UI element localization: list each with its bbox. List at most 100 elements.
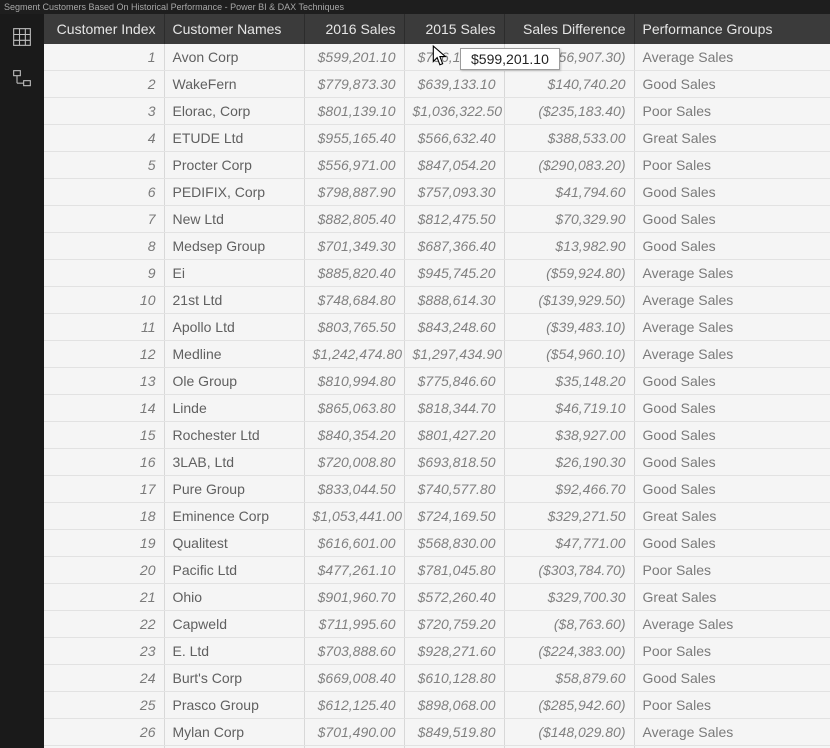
cell-2016: $840,354.20 [304, 422, 404, 449]
cell-index: 7 [44, 206, 164, 233]
table-row[interactable]: 2WakeFern$779,873.30$639,133.10$140,740.… [44, 71, 830, 98]
table-row[interactable]: 21Ohio$901,960.70$572,260.40$329,700.30G… [44, 584, 830, 611]
cell-diff: ($59,924.80) [504, 260, 634, 287]
table-row[interactable]: 163LAB, Ltd$720,008.80$693,818.50$26,190… [44, 449, 830, 476]
table-row[interactable]: 14Linde$865,063.80$818,344.70$46,719.10G… [44, 395, 830, 422]
cell-diff: $41,794.60 [504, 179, 634, 206]
cell-index: 11 [44, 314, 164, 341]
table-row[interactable]: 19Qualitest$616,601.00$568,830.00$47,771… [44, 530, 830, 557]
table-row[interactable]: 18Eminence Corp$1,053,441.00$724,169.50$… [44, 503, 830, 530]
table-row[interactable]: 23E. Ltd$703,888.60$928,271.60($224,383.… [44, 638, 830, 665]
cell-2016: $701,490.00 [304, 719, 404, 746]
cell-2015: $610,128.80 [404, 665, 504, 692]
cell-2015: $1,036,322.50 [404, 98, 504, 125]
cell-perf: Good Sales [634, 476, 830, 503]
col-header-2015[interactable]: 2015 Sales [404, 14, 504, 44]
cell-name: Ei [164, 260, 304, 287]
cell-diff: ($290,083.20) [504, 152, 634, 179]
col-header-name[interactable]: Customer Names [164, 14, 304, 44]
table-row[interactable]: 17Pure Group$833,044.50$740,577.80$92,46… [44, 476, 830, 503]
cell-name: E. Ltd [164, 638, 304, 665]
cell-name: Capweld [164, 611, 304, 638]
table-row[interactable]: 13Ole Group$810,994.80$775,846.60$35,148… [44, 368, 830, 395]
cell-name: Prasco Group [164, 692, 304, 719]
cell-2015: $801,427.20 [404, 422, 504, 449]
cell-perf: Good Sales [634, 395, 830, 422]
cell-diff: ($235,183.40) [504, 98, 634, 125]
cell-2015: $572,260.40 [404, 584, 504, 611]
cell-index: 22 [44, 611, 164, 638]
cell-index: 15 [44, 422, 164, 449]
cell-2015: $639,133.10 [404, 71, 504, 98]
cell-diff: $140,740.20 [504, 71, 634, 98]
cell-perf: Poor Sales [634, 98, 830, 125]
cell-index: 23 [44, 638, 164, 665]
table-row[interactable]: 6PEDIFIX, Corp$798,887.90$757,093.30$41,… [44, 179, 830, 206]
cell-perf: Good Sales [634, 368, 830, 395]
cell-perf: Poor Sales [634, 152, 830, 179]
view-sidebar [0, 14, 44, 748]
table-row[interactable]: 7New Ltd$882,805.40$812,475.50$70,329.90… [44, 206, 830, 233]
table-row[interactable]: 5Procter Corp$556,971.00$847,054.20($290… [44, 152, 830, 179]
table-row[interactable]: 12Medline$1,242,474.80$1,297,434.90($54,… [44, 341, 830, 368]
cell-index: 21 [44, 584, 164, 611]
cell-2016: $720,008.80 [304, 449, 404, 476]
cell-diff: $26,190.30 [504, 449, 634, 476]
table-row[interactable]: 4ETUDE Ltd$955,165.40$566,632.40$388,533… [44, 125, 830, 152]
table-row[interactable]: 22Capweld$711,995.60$720,759.20($8,763.6… [44, 611, 830, 638]
cell-2015: $568,830.00 [404, 530, 504, 557]
data-table[interactable]: Customer Index Customer Names 2016 Sales… [44, 14, 830, 748]
cell-diff: $92,466.70 [504, 476, 634, 503]
cell-perf: Average Sales [634, 314, 830, 341]
cell-perf: Average Sales [634, 719, 830, 746]
report-view-icon[interactable] [11, 26, 33, 48]
cell-index: 2 [44, 71, 164, 98]
cell-name: Avon Corp [164, 44, 304, 71]
col-header-diff[interactable]: Sales Difference [504, 14, 634, 44]
table-row[interactable]: 11Apollo Ltd$803,765.50$843,248.60($39,4… [44, 314, 830, 341]
cell-name: Linde [164, 395, 304, 422]
table-row[interactable]: 20Pacific Ltd$477,261.10$781,045.80($303… [44, 557, 830, 584]
col-header-perf[interactable]: Performance Groups [634, 14, 830, 44]
cell-2016: $1,053,441.00 [304, 503, 404, 530]
table-row[interactable]: 26Mylan Corp$701,490.00$849,519.80($148,… [44, 719, 830, 746]
app-body: Customer Index Customer Names 2016 Sales… [0, 14, 830, 748]
cell-perf: Average Sales [634, 44, 830, 71]
table-row[interactable]: 9Ei$885,820.40$945,745.20($59,924.80)Ave… [44, 260, 830, 287]
cell-index: 5 [44, 152, 164, 179]
cell-perf: Poor Sales [634, 638, 830, 665]
cell-perf: Good Sales [634, 71, 830, 98]
cell-diff: ($285,942.60) [504, 692, 634, 719]
cell-2015: $945,745.20 [404, 260, 504, 287]
cell-name: Eminence Corp [164, 503, 304, 530]
cell-2016: $810,994.80 [304, 368, 404, 395]
cell-2016: $779,873.30 [304, 71, 404, 98]
col-header-2016[interactable]: 2016 Sales [304, 14, 404, 44]
cell-index: 24 [44, 665, 164, 692]
table-row[interactable]: 1021st Ltd$748,684.80$888,614.30($139,92… [44, 287, 830, 314]
cell-name: Burt's Corp [164, 665, 304, 692]
model-view-icon[interactable] [11, 68, 33, 90]
table-row[interactable]: 1Avon Corp$599,201.10$756,108.40($156,90… [44, 44, 830, 71]
value-tooltip: $599,201.10 [460, 48, 560, 70]
cell-name: Pacific Ltd [164, 557, 304, 584]
cell-diff: $47,771.00 [504, 530, 634, 557]
cell-2015: $720,759.20 [404, 611, 504, 638]
cell-perf: Good Sales [634, 530, 830, 557]
cell-name: Procter Corp [164, 152, 304, 179]
cell-name: 3LAB, Ltd [164, 449, 304, 476]
table-row[interactable]: 24Burt's Corp$669,008.40$610,128.80$58,8… [44, 665, 830, 692]
cell-perf: Good Sales [634, 422, 830, 449]
cell-2015: $781,045.80 [404, 557, 504, 584]
col-header-index[interactable]: Customer Index [44, 14, 164, 44]
table-row[interactable]: 8Medsep Group$701,349.30$687,366.40$13,9… [44, 233, 830, 260]
cell-diff: ($54,960.10) [504, 341, 634, 368]
table-row[interactable]: 3Elorac, Corp$801,139.10$1,036,322.50($2… [44, 98, 830, 125]
cell-name: Qualitest [164, 530, 304, 557]
cell-perf: Great Sales [634, 125, 830, 152]
cell-diff: $46,719.10 [504, 395, 634, 422]
cell-index: 9 [44, 260, 164, 287]
table-row[interactable]: 15Rochester Ltd$840,354.20$801,427.20$38… [44, 422, 830, 449]
table-row[interactable]: 25Prasco Group$612,125.40$898,068.00($28… [44, 692, 830, 719]
cell-2015: $693,818.50 [404, 449, 504, 476]
